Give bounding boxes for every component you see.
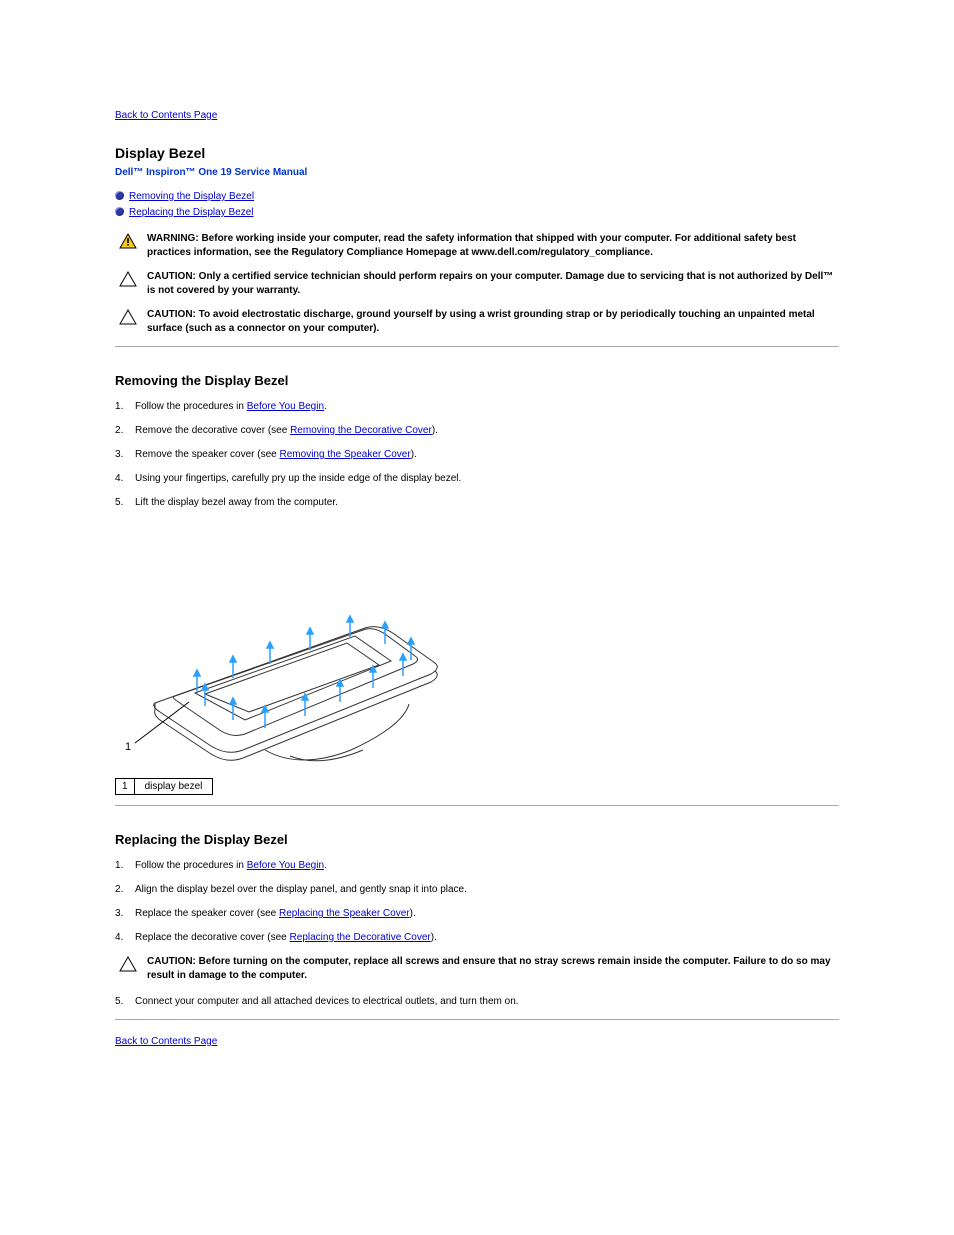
- step-text: ).: [410, 908, 416, 919]
- replace-step-3: Replace the speaker cover (see Replacing…: [115, 907, 839, 921]
- link-before-you-begin[interactable]: Before You Begin: [247, 401, 324, 412]
- step-text: Follow the procedures in: [135, 860, 247, 871]
- step-text: Replace the decorative cover (see: [135, 932, 290, 943]
- link-remove-decorative-cover[interactable]: Removing the Decorative Cover: [290, 425, 432, 436]
- warning-text: Before working inside your computer, rea…: [147, 233, 796, 258]
- remove-heading: Removing the Display Bezel: [115, 373, 839, 388]
- divider: [115, 346, 839, 347]
- warning-text-container: WARNING: Before working inside your comp…: [141, 232, 839, 260]
- warning-notice: WARNING: Before working inside your comp…: [115, 232, 839, 260]
- caution3-text-container: CAUTION: Before turning on the computer,…: [141, 955, 839, 983]
- callout-label: display bezel: [134, 779, 213, 795]
- caution1-text-container: CAUTION: Only a certified service techni…: [141, 270, 839, 298]
- caution3-label: CAUTION:: [147, 956, 196, 967]
- caution2-text: To avoid electrostatic discharge, ground…: [147, 309, 815, 334]
- replace-step-5: Connect your computer and all attached d…: [115, 995, 839, 1009]
- warning-icon: [115, 232, 141, 249]
- manual-name: Dell™ Inspiron™ One 19 Service Manual: [115, 167, 839, 178]
- step-text: Remove the decorative cover (see: [135, 425, 290, 436]
- remove-step-1: Follow the procedures in Before You Begi…: [115, 400, 839, 414]
- step-text: Align the display bezel over the display…: [135, 884, 467, 895]
- table-row: 1 display bezel: [116, 779, 213, 795]
- caution-notice-2: CAUTION: To avoid electrostatic discharg…: [115, 308, 839, 336]
- caution-icon: [115, 270, 141, 287]
- toc-link-replace[interactable]: Replacing the Display Bezel: [129, 207, 254, 218]
- caution-icon: [115, 308, 141, 325]
- replace-steps: Follow the procedures in Before You Begi…: [115, 859, 839, 945]
- callout-leader-1: 1: [125, 741, 131, 753]
- link-replace-speaker-cover[interactable]: Replacing the Speaker Cover: [279, 908, 410, 919]
- step-text: ).: [411, 449, 417, 460]
- remove-step-2: Remove the decorative cover (see Removin…: [115, 424, 839, 438]
- bezel-figure: 1: [115, 528, 839, 768]
- link-replace-decorative-cover[interactable]: Replacing the Decorative Cover: [290, 932, 431, 943]
- replace-step-4: Replace the decorative cover (see Replac…: [115, 931, 839, 945]
- step-text: Follow the procedures in: [135, 401, 247, 412]
- caution3-text: Before turning on the computer, replace …: [147, 956, 831, 981]
- back-to-contents-link-bottom[interactable]: Back to Contents Page: [115, 1036, 217, 1047]
- step-text: Replace the speaker cover (see: [135, 908, 279, 919]
- callout-table: 1 display bezel: [115, 778, 213, 795]
- link-before-you-begin[interactable]: Before You Begin: [247, 860, 324, 871]
- caution2-text-container: CAUTION: To avoid electrostatic discharg…: [141, 308, 839, 336]
- caution1-tail: is not covered by your warranty.: [147, 285, 300, 296]
- toc-link-remove[interactable]: Removing the Display Bezel: [129, 191, 254, 202]
- caution-icon: [115, 955, 141, 972]
- link-remove-speaker-cover[interactable]: Removing the Speaker Cover: [280, 449, 411, 460]
- step-text: .: [324, 860, 327, 871]
- back-to-contents-link[interactable]: Back to Contents Page: [115, 110, 217, 121]
- divider: [115, 805, 839, 806]
- remove-step-5: Lift the display bezel away from the com…: [115, 496, 839, 510]
- divider: [115, 1019, 839, 1020]
- step-text: Connect your computer and all attached d…: [135, 996, 519, 1007]
- page-title: Display Bezel: [115, 145, 839, 161]
- caution1-lead: Only a certified service technician shou…: [199, 271, 834, 282]
- remove-step-4: Using your fingertips, carefully pry up …: [115, 472, 839, 486]
- remove-step-3: Remove the speaker cover (see Removing t…: [115, 448, 839, 462]
- remove-steps: Follow the procedures in Before You Begi…: [115, 400, 839, 510]
- step-text: Remove the speaker cover (see: [135, 449, 280, 460]
- replace-steps-continued: Connect your computer and all attached d…: [115, 995, 839, 1009]
- replace-heading: Replacing the Display Bezel: [115, 832, 839, 847]
- step-text: Using your fingertips, carefully pry up …: [135, 473, 461, 484]
- replace-step-1: Follow the procedures in Before You Begi…: [115, 859, 839, 873]
- caution-notice-1: CAUTION: Only a certified service techni…: [115, 270, 839, 298]
- replace-step-2: Align the display bezel over the display…: [115, 883, 839, 897]
- step-text: ).: [431, 932, 437, 943]
- caution1-label: CAUTION:: [147, 271, 196, 282]
- callout-number: 1: [116, 779, 135, 795]
- caution-notice-3: CAUTION: Before turning on the computer,…: [115, 955, 839, 983]
- caution2-label: CAUTION:: [147, 309, 196, 320]
- in-page-toc: Removing the Display Bezel Replacing the…: [115, 190, 839, 220]
- warning-label: WARNING:: [147, 233, 199, 244]
- step-text: ).: [432, 425, 438, 436]
- step-text: Lift the display bezel away from the com…: [135, 497, 338, 508]
- step-text: .: [324, 401, 327, 412]
